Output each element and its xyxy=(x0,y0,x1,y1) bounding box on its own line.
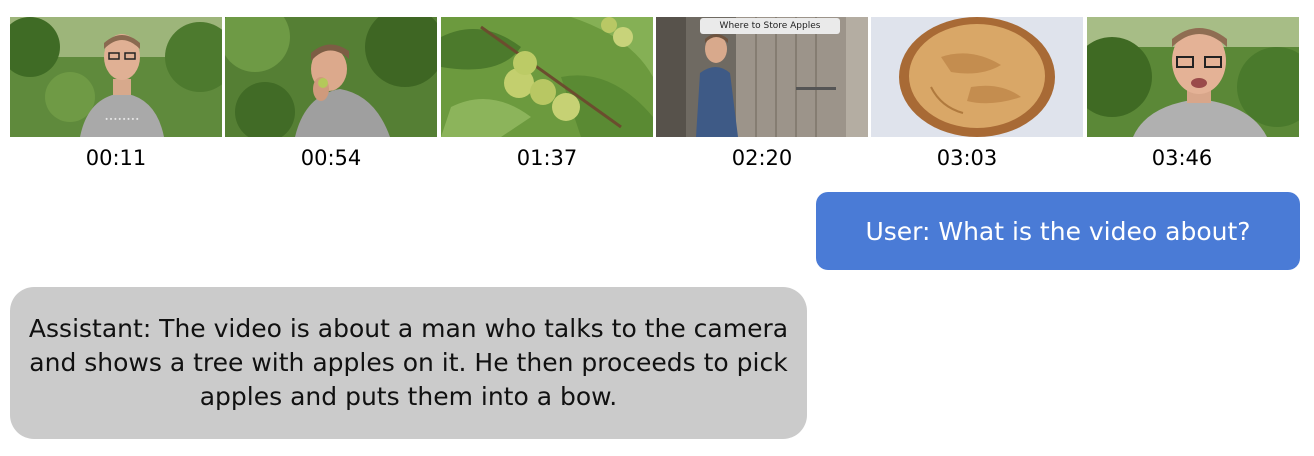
video-frame-4 xyxy=(656,17,868,137)
user-message-bubble: User: What is the video about? xyxy=(816,192,1300,270)
timestamp-label: 00:54 xyxy=(300,146,362,170)
assistant-message-bubble: Assistant: The video is about a man who … xyxy=(10,287,807,439)
video-frame-3 xyxy=(441,17,653,137)
svg-text:∙∙∙∙∙∙∙∙: ∙∙∙∙∙∙∙∙ xyxy=(104,115,139,123)
video-frame-2 xyxy=(225,17,437,137)
timestamp-label: 03:03 xyxy=(936,146,998,170)
apple-pie-image xyxy=(871,17,1083,137)
apples-on-tree-image xyxy=(441,17,653,137)
man-eating-apple-image xyxy=(225,17,437,137)
timestamp-label: 01:37 xyxy=(516,146,578,170)
shed-caption-banner: Where to Store Apples xyxy=(700,18,840,34)
video-frame-6 xyxy=(1087,17,1299,137)
video-frame-1: ∙∙∙∙∙∙∙∙ xyxy=(10,17,222,137)
assistant-message-text: Assistant: The video is about a man who … xyxy=(28,314,789,411)
video-frame-5 xyxy=(871,17,1083,137)
man-talking-closeup-image xyxy=(1087,17,1299,137)
timestamp-label: 03:46 xyxy=(1151,146,1213,170)
user-message-text: User: What is the video about? xyxy=(865,216,1251,246)
man-talking-garden-image: ∙∙∙∙∙∙∙∙ xyxy=(10,17,222,137)
timestamp-label: 00:11 xyxy=(85,146,147,170)
man-at-shed-image xyxy=(656,17,868,137)
timestamp-label: 02:20 xyxy=(731,146,793,170)
